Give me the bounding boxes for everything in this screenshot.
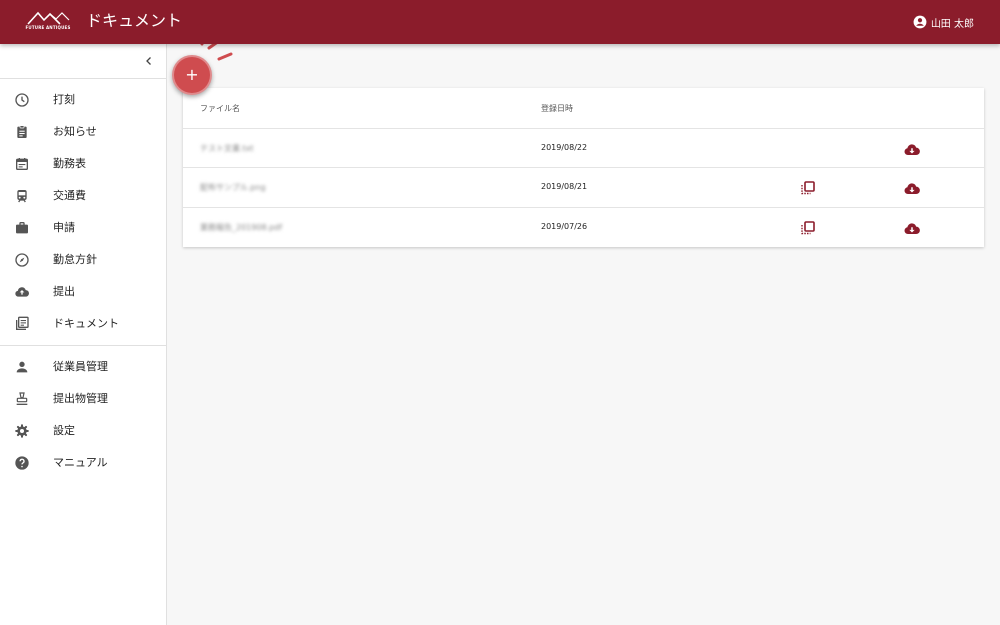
sidebar-item-label: 交通費 bbox=[53, 189, 86, 202]
sidebar-item-attendance-policy[interactable]: 勤怠方針 bbox=[0, 244, 166, 276]
briefcase-icon bbox=[16, 222, 28, 234]
sidebar-item-transport[interactable]: 交通費 bbox=[0, 180, 166, 212]
copy-link-icon[interactable] bbox=[801, 181, 815, 195]
sidebar-item-label: 設定 bbox=[53, 424, 75, 437]
account-circle-icon bbox=[913, 15, 927, 29]
train-icon bbox=[17, 190, 27, 203]
file-name[interactable]: 配布サンプル.png bbox=[200, 182, 266, 193]
divider bbox=[0, 345, 166, 346]
plus-icon: + bbox=[185, 65, 199, 84]
sidebar-item-label: 提出 bbox=[53, 285, 75, 298]
sidebar-item-submit[interactable]: 提出 bbox=[0, 276, 166, 308]
library-books-icon bbox=[16, 316, 29, 330]
stamp-icon bbox=[16, 392, 28, 405]
chevron-left-icon bbox=[146, 57, 151, 65]
sidebar-item-label: マニュアル bbox=[53, 456, 108, 469]
divider bbox=[0, 78, 166, 79]
sidebar-item-label: お知らせ bbox=[53, 125, 97, 138]
copy-link-icon[interactable] bbox=[801, 221, 815, 235]
sidebar-item-request[interactable]: 申請 bbox=[0, 212, 166, 244]
sidebar-item-label: 勤怠方針 bbox=[53, 253, 97, 266]
logo[interactable]: FUTURE ANTIQUES bbox=[24, 9, 72, 33]
registered-date: 2019/08/21 bbox=[541, 182, 588, 191]
cloud-download-icon[interactable] bbox=[903, 142, 921, 156]
sidebar-item-label: 打刻 bbox=[53, 93, 75, 106]
column-header-filename: ファイル名 bbox=[200, 104, 240, 113]
page-title: ドキュメント bbox=[86, 11, 183, 30]
sidebar-item-punch[interactable]: 打刻 bbox=[0, 84, 166, 116]
logo-text: FUTURE ANTIQUES bbox=[25, 25, 71, 30]
user-name: 山田 太郎 bbox=[930, 18, 974, 30]
column-header-registered-date: 登録日時 bbox=[541, 104, 573, 113]
help-icon bbox=[15, 456, 29, 470]
file-name[interactable]: テスト文書.txt bbox=[200, 143, 254, 154]
compass-icon bbox=[15, 253, 29, 267]
cloud-upload-icon bbox=[15, 287, 30, 297]
sidebar-item-submissions[interactable]: 提出物管理 bbox=[0, 383, 166, 415]
sidebar-item-label: 申請 bbox=[53, 221, 75, 234]
clock-icon bbox=[15, 93, 29, 107]
sidebar-item-label: ドキュメント bbox=[53, 317, 119, 330]
sidebar-item-timesheet[interactable]: 勤務表 bbox=[0, 148, 166, 180]
clipboard-icon bbox=[17, 125, 27, 138]
add-document-button[interactable]: + bbox=[172, 55, 212, 95]
cloud-download-icon[interactable] bbox=[903, 221, 921, 235]
person-icon bbox=[16, 361, 28, 373]
registered-date: 2019/08/22 bbox=[541, 143, 588, 152]
app-header: FUTURE ANTIQUES ドキュメント 山田 太郎 bbox=[0, 0, 1000, 44]
sidebar-item-documents[interactable]: ドキュメント bbox=[0, 308, 166, 340]
sidebar-item-label: 従業員管理 bbox=[53, 360, 108, 373]
user-menu[interactable]: 山田 太郎 bbox=[913, 13, 974, 31]
sidebar-item-manual[interactable]: マニュアル bbox=[0, 447, 166, 479]
table-row[interactable]: 業務報告_201908.pdf 2019/07/26 bbox=[183, 207, 984, 247]
cloud-download-icon[interactable] bbox=[903, 181, 921, 195]
table-row[interactable]: テスト文書.txt 2019/08/22 bbox=[183, 128, 984, 168]
file-name[interactable]: 業務報告_201908.pdf bbox=[200, 222, 282, 233]
calendar-icon bbox=[16, 158, 28, 170]
sidebar: 打刻 お知らせ 勤務表 交通費 申請 勤怠方針 提出 ドキュメント 従業員管理 … bbox=[0, 44, 167, 625]
sidebar-item-notices[interactable]: お知らせ bbox=[0, 116, 166, 148]
sidebar-item-settings[interactable]: 設定 bbox=[0, 415, 166, 447]
gear-icon bbox=[15, 424, 29, 438]
collapse-sidebar-button[interactable] bbox=[141, 53, 157, 69]
sidebar-item-label: 勤務表 bbox=[53, 157, 86, 170]
documents-table: ファイル名 登録日時 テスト文書.txt 2019/08/22 配布サンプル.p… bbox=[183, 88, 984, 247]
sidebar-item-label: 提出物管理 bbox=[53, 392, 108, 405]
sidebar-item-employees[interactable]: 従業員管理 bbox=[0, 351, 166, 383]
registered-date: 2019/07/26 bbox=[541, 222, 588, 231]
table-row[interactable]: 配布サンプル.png 2019/08/21 bbox=[183, 167, 984, 207]
